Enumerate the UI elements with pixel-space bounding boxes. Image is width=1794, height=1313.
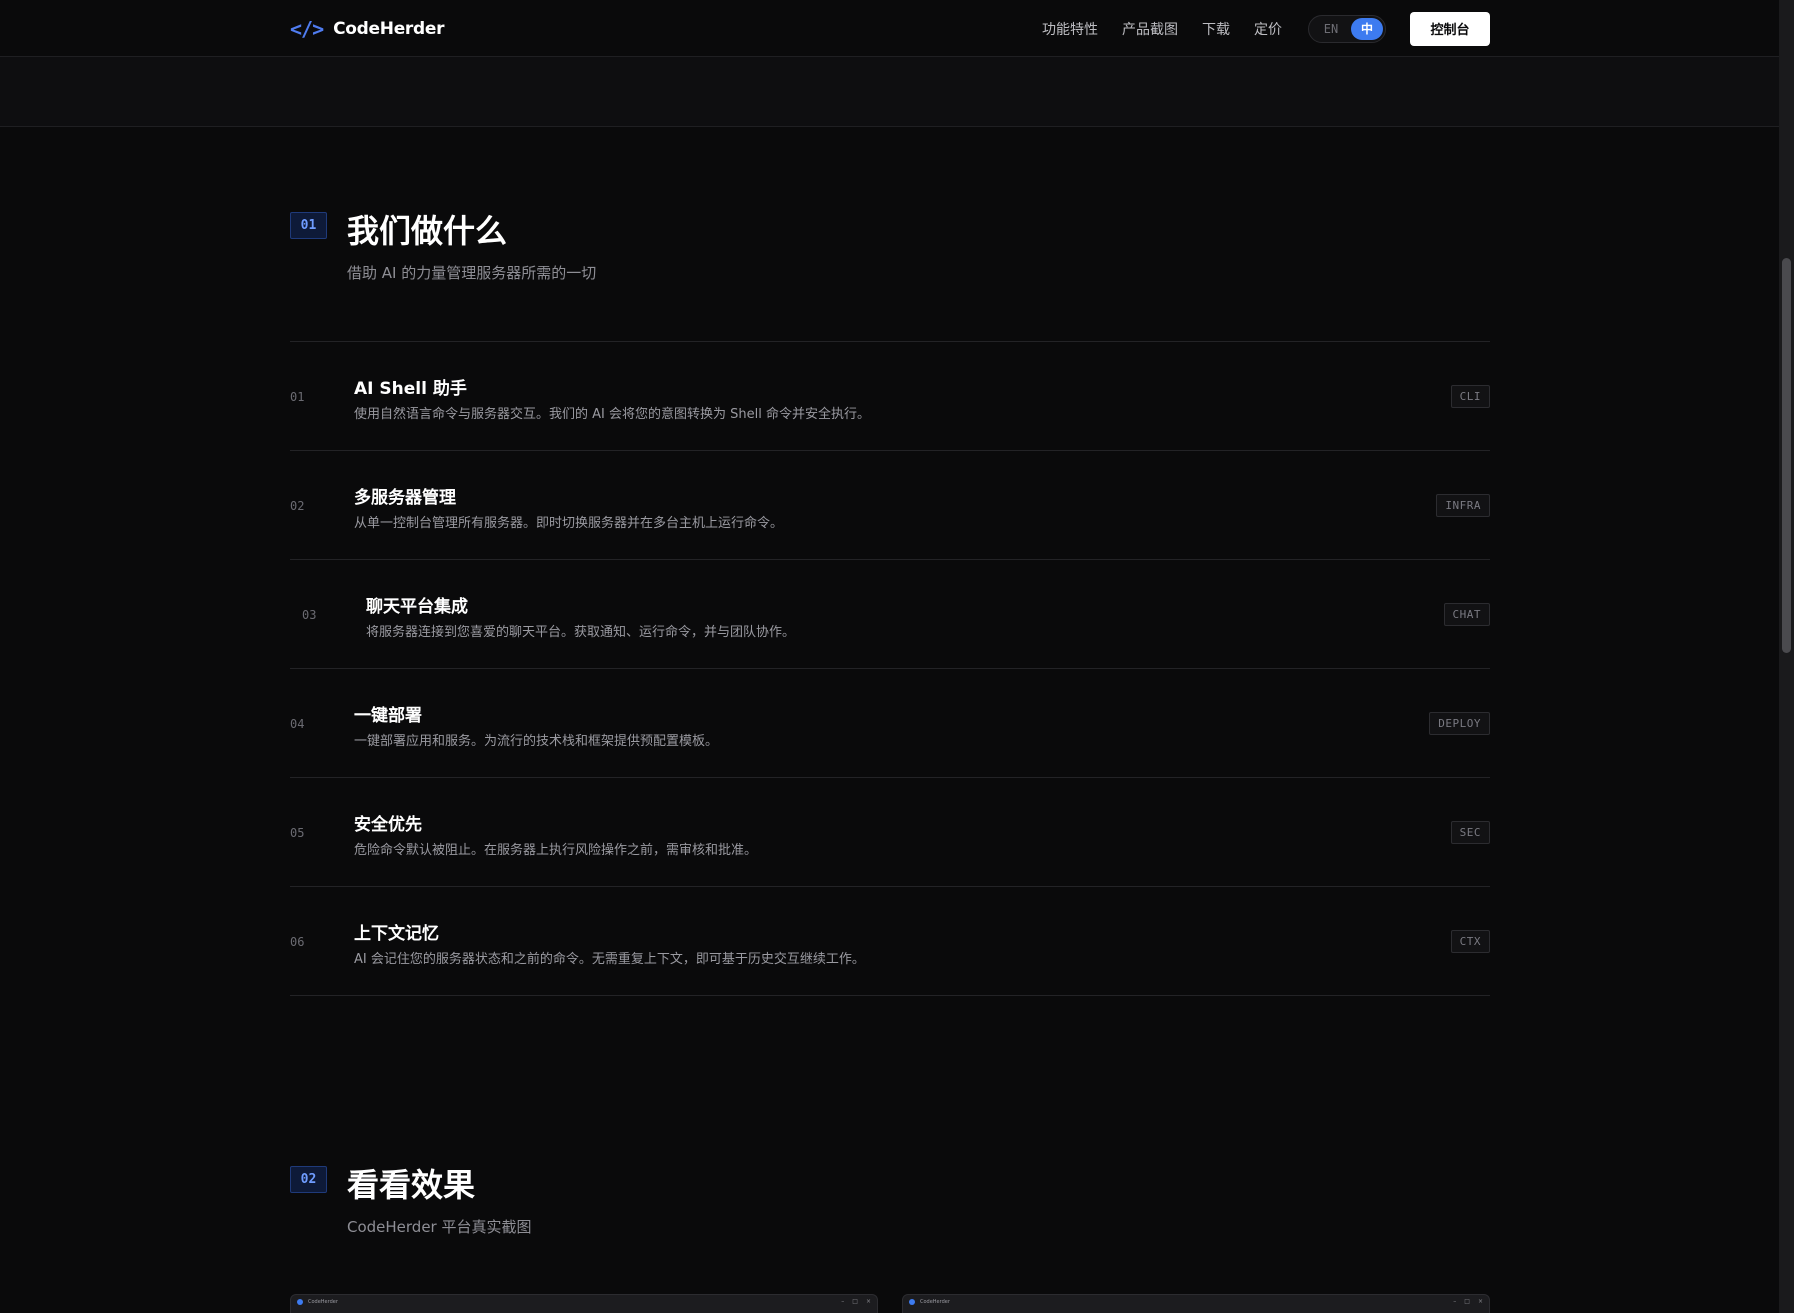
window-controls: – □ × bbox=[1453, 1298, 1483, 1305]
app-icon bbox=[297, 1298, 303, 1305]
logo-text: CodeHerder bbox=[333, 18, 445, 39]
nav-link-screenshots[interactable]: 产品截图 bbox=[1122, 19, 1178, 39]
feature-number: 05 bbox=[290, 826, 305, 840]
window-title: CodeHerder bbox=[308, 1298, 338, 1305]
nav-link-download[interactable]: 下载 bbox=[1202, 19, 1230, 39]
feature-description: AI 会记住您的服务器状态和之前的命令。无需重复上下文，即可基于历史交互继续工作… bbox=[354, 952, 865, 967]
nav-link-pricing[interactable]: 定价 bbox=[1254, 19, 1282, 39]
section-title: 看看效果 bbox=[347, 1166, 476, 1204]
console-button[interactable]: 控制台 bbox=[1410, 11, 1490, 46]
section-number: 02 bbox=[290, 1166, 327, 1193]
section-title: 我们做什么 bbox=[347, 212, 508, 250]
nav-link-features[interactable]: 功能特性 bbox=[1042, 19, 1098, 39]
language-toggle[interactable]: EN 中 bbox=[1308, 14, 1386, 43]
code-brackets-icon: </> bbox=[290, 16, 324, 41]
section-number: 01 bbox=[290, 212, 327, 239]
feature-row-ai-shell[interactable]: 01 AI Shell 助手 使用自然语言命令与服务器交互。我们的 AI 会将您… bbox=[290, 342, 1490, 451]
feature-description: 一键部署应用和服务。为流行的技术栈和框架提供预配置模板。 bbox=[354, 734, 719, 749]
feature-title: 聊天平台集成 bbox=[366, 597, 468, 617]
section-subtitle: CodeHerder 平台真实截图 bbox=[347, 1218, 532, 1236]
feature-tag: CHAT bbox=[1443, 603, 1490, 626]
screenshot-preview-2[interactable]: CodeHerder – □ × bbox=[902, 1294, 1490, 1313]
minimize-icon: – bbox=[841, 1298, 845, 1305]
window-title: CodeHerder bbox=[920, 1298, 950, 1305]
close-icon: × bbox=[865, 1298, 871, 1305]
page-scrollbar[interactable] bbox=[1779, 0, 1794, 1313]
feature-row-deploy[interactable]: 04 一键部署 一键部署应用和服务。为流行的技术栈和框架提供预配置模板。 DEP… bbox=[290, 669, 1490, 778]
screenshot-preview-1[interactable]: CodeHerder – □ × bbox=[290, 1294, 878, 1313]
feature-number: 04 bbox=[290, 717, 305, 731]
feature-title: 安全优先 bbox=[354, 815, 422, 835]
feature-description: 危险命令默认被阻止。在服务器上执行风险操作之前，需审核和批准。 bbox=[354, 843, 758, 858]
window-controls: – □ × bbox=[841, 1298, 871, 1305]
lang-option-zh[interactable]: 中 bbox=[1351, 17, 1383, 40]
feature-tag: INFRA bbox=[1436, 494, 1490, 517]
feature-title: AI Shell 助手 bbox=[354, 379, 467, 399]
minimize-icon: – bbox=[1453, 1298, 1457, 1305]
feature-number: 06 bbox=[290, 935, 305, 949]
feature-row-context[interactable]: 06 上下文记忆 AI 会记住您的服务器状态和之前的命令。无需重复上下文，即可基… bbox=[290, 887, 1490, 996]
feature-number: 02 bbox=[290, 499, 305, 513]
feature-title: 上下文记忆 bbox=[354, 924, 439, 944]
feature-tag: DEPLOY bbox=[1429, 712, 1490, 735]
logo[interactable]: </> CodeHerder bbox=[290, 16, 445, 41]
window-titlebar: CodeHerder – □ × bbox=[903, 1295, 1489, 1308]
feature-row-multi-server[interactable]: 02 多服务器管理 从单一控制台管理所有服务器。即时切换服务器并在多台主机上运行… bbox=[290, 451, 1490, 560]
site-header: </> CodeHerder 功能特性 产品截图 下载 定价 EN 中 控制台 bbox=[0, 0, 1779, 57]
feature-description: 从单一控制台管理所有服务器。即时切换服务器并在多台主机上运行命令。 bbox=[354, 516, 784, 531]
window-titlebar: CodeHerder – □ × bbox=[291, 1295, 877, 1308]
feature-description: 将服务器连接到您喜爱的聊天平台。获取通知、运行命令，并与团队协作。 bbox=[366, 625, 796, 640]
feature-tag: CTX bbox=[1450, 930, 1490, 953]
feature-title: 多服务器管理 bbox=[354, 488, 456, 508]
feature-row-chat[interactable]: 03 聊天平台集成 将服务器连接到您喜爱的聊天平台。获取通知、运行命令，并与团队… bbox=[290, 560, 1490, 669]
maximize-icon: □ bbox=[1464, 1298, 1470, 1305]
main-nav: 功能特性 产品截图 下载 定价 EN 中 控制台 bbox=[1042, 11, 1490, 46]
hero-band bbox=[0, 57, 1779, 127]
close-icon: × bbox=[1477, 1298, 1483, 1305]
feature-number: 01 bbox=[290, 390, 305, 404]
feature-row-security[interactable]: 05 安全优先 危险命令默认被阻止。在服务器上执行风险操作之前，需审核和批准。 … bbox=[290, 778, 1490, 887]
scrollbar-thumb[interactable] bbox=[1782, 258, 1791, 653]
lang-option-en[interactable]: EN bbox=[1311, 22, 1351, 36]
feature-description: 使用自然语言命令与服务器交互。我们的 AI 会将您的意图转换为 Shell 命令… bbox=[354, 407, 870, 422]
section-subtitle: 借助 AI 的力量管理服务器所需的一切 bbox=[347, 264, 597, 282]
feature-number: 03 bbox=[302, 608, 317, 622]
page: </> CodeHerder 功能特性 产品截图 下载 定价 EN 中 控制台 … bbox=[0, 0, 1794, 1313]
maximize-icon: □ bbox=[852, 1298, 858, 1305]
app-icon bbox=[909, 1298, 915, 1305]
feature-tag: CLI bbox=[1450, 385, 1490, 408]
feature-list: 01 AI Shell 助手 使用自然语言命令与服务器交互。我们的 AI 会将您… bbox=[290, 341, 1490, 996]
header-inner: </> CodeHerder 功能特性 产品截图 下载 定价 EN 中 控制台 bbox=[290, 0, 1490, 57]
feature-title: 一键部署 bbox=[354, 706, 422, 726]
feature-tag: SEC bbox=[1450, 821, 1490, 844]
